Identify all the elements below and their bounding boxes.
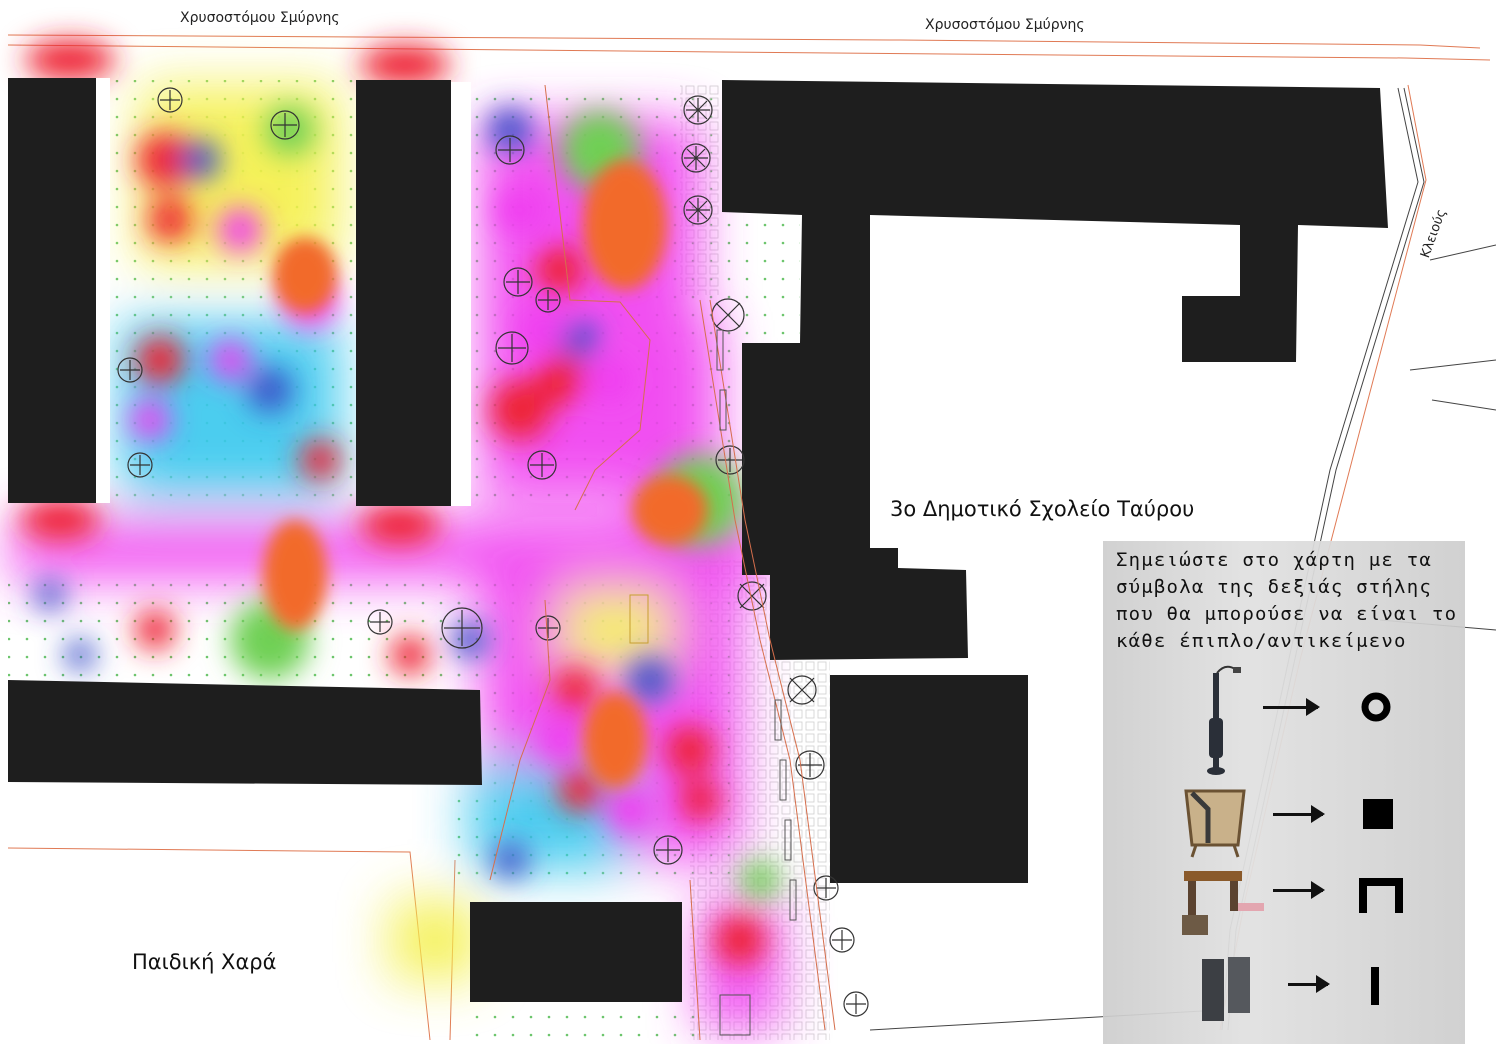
building-southwest bbox=[8, 680, 482, 785]
bench-symbol-icon bbox=[1359, 878, 1403, 913]
tree-icon bbox=[157, 87, 183, 113]
building-west bbox=[8, 78, 96, 503]
building-mid-north bbox=[356, 80, 451, 506]
tree-icon bbox=[527, 450, 557, 480]
tree-icon bbox=[843, 991, 869, 1017]
legend-instruction: Σημειώστε στο χάρτη με τα σύμβολα της δε… bbox=[1116, 549, 1458, 652]
building-school-south bbox=[830, 675, 1028, 883]
tree-icon bbox=[681, 143, 711, 173]
playground-label: Παιδική Χαρά bbox=[132, 950, 277, 974]
legend-row-lamp bbox=[1103, 661, 1465, 775]
tree-icon bbox=[495, 135, 525, 165]
arrow-icon bbox=[1273, 805, 1325, 823]
building-outline-white-2 bbox=[451, 82, 471, 506]
tree-icon bbox=[117, 357, 143, 383]
tree-icon bbox=[127, 452, 153, 478]
tree-icon bbox=[495, 331, 529, 365]
legend-panel: Σημειώστε στο χάρτη με τα σύμβολα της δε… bbox=[1103, 541, 1465, 1044]
tree-icon bbox=[535, 615, 561, 641]
ring-symbol-icon bbox=[1361, 692, 1391, 722]
tree-icon bbox=[535, 287, 561, 313]
arrow-icon bbox=[1273, 881, 1325, 899]
arrow-icon bbox=[1263, 698, 1320, 716]
tree-icon bbox=[715, 445, 745, 475]
tree-icon bbox=[653, 835, 683, 865]
tree-icon bbox=[367, 609, 393, 635]
legend-row-bin bbox=[1103, 783, 1465, 873]
tree-icon bbox=[683, 195, 713, 225]
legend-row-bollards bbox=[1103, 951, 1465, 1041]
street-label-top-left: Χρυσοστόμου Σμύρνης bbox=[180, 10, 340, 26]
building-playground-kiosk bbox=[470, 902, 682, 1002]
building-outline-white bbox=[96, 78, 110, 503]
tree-icon bbox=[503, 267, 533, 297]
legend-row-bench bbox=[1103, 863, 1465, 953]
tree-icon bbox=[683, 95, 713, 125]
street-lamp-icon bbox=[1207, 665, 1241, 775]
tree-icon bbox=[270, 110, 300, 140]
square-symbol-icon bbox=[1363, 799, 1393, 829]
arrow-icon bbox=[1288, 975, 1330, 993]
bench-icon bbox=[1182, 871, 1264, 935]
bar-symbol-icon bbox=[1371, 967, 1379, 1005]
waste-bin-icon bbox=[1184, 789, 1246, 858]
tree-icon bbox=[441, 607, 483, 649]
bollards-icon bbox=[1202, 957, 1250, 1021]
tree-icon bbox=[829, 927, 855, 953]
street-label-top-right: Χρυσοστόμου Σμύρνης bbox=[925, 17, 1085, 33]
school-label: 3ο Δημοτικό Σχολείο Ταύρου bbox=[890, 497, 1195, 521]
